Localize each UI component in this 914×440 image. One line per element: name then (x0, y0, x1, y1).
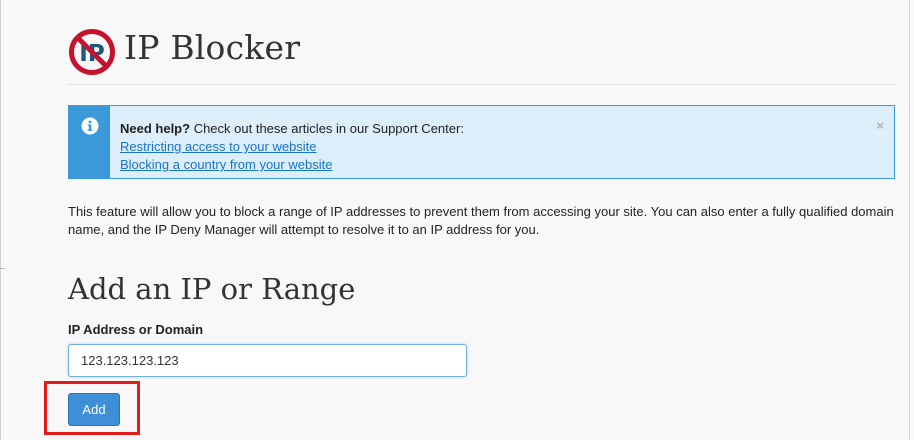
info-icon (81, 117, 99, 135)
close-icon[interactable]: × (876, 118, 884, 133)
link-restricting-access[interactable]: Restricting access to your website (120, 138, 464, 156)
section-title: Add an IP or Range (68, 272, 356, 306)
ip-blocked-icon: IP (69, 29, 115, 75)
link-blocking-country[interactable]: Blocking a country from your website (120, 156, 464, 174)
add-button[interactable]: Add (68, 393, 120, 426)
feature-description: This feature will allow you to block a r… (68, 204, 894, 237)
alert-message: Check out these articles in our Support … (190, 121, 464, 136)
ip-field-label: IP Address or Domain (68, 322, 204, 337)
alert-icon-bar (69, 106, 110, 178)
alert-heading-line: Need help? Check out these articles in o… (120, 120, 464, 138)
page-header: IP IP Blocker (68, 22, 896, 85)
left-panel-border (0, 0, 1, 440)
ip-address-input[interactable] (68, 344, 467, 377)
help-alert: Need help? Check out these articles in o… (68, 105, 895, 179)
alert-heading: Need help? (120, 121, 191, 136)
page-title: IP Blocker (124, 28, 301, 67)
left-divider-tick (0, 268, 5, 269)
alert-text: Need help? Check out these articles in o… (120, 120, 464, 174)
scroll-edge (909, 0, 910, 440)
